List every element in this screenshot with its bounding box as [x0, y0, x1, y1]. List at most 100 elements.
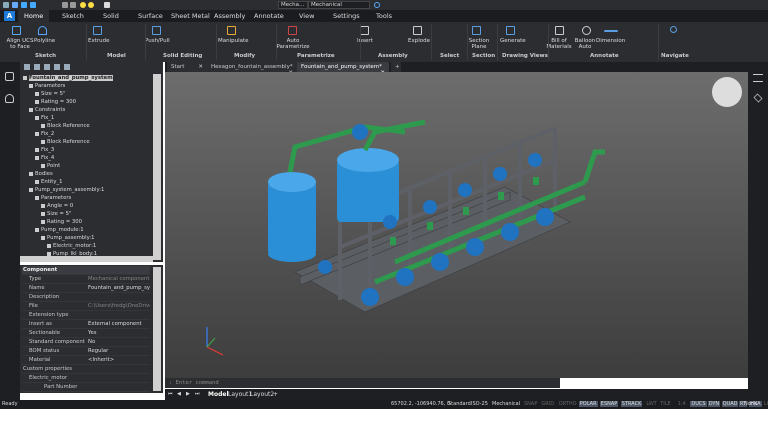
- first-layout-icon[interactable]: ⏮: [168, 391, 173, 397]
- expand-icon[interactable]: [35, 131, 39, 136]
- app-menu-button[interactable]: A: [4, 11, 15, 21]
- property-value[interactable]: C:\Users\fredg\OneDrive -: [88, 303, 150, 309]
- property-row[interactable]: Standard component No: [22, 338, 150, 347]
- tree-node[interactable]: Bodies: [29, 171, 53, 177]
- toggle-lwt[interactable]: LWT: [645, 401, 657, 407]
- expand-icon[interactable]: [23, 75, 27, 80]
- view-cube-compass[interactable]: [712, 77, 742, 107]
- expand-icon[interactable]: [41, 123, 45, 128]
- tree-scrollbar[interactable]: [153, 74, 161, 260]
- toggle-ortho[interactable]: ORTHO: [558, 401, 578, 407]
- tree-node[interactable]: Fix_3: [35, 147, 54, 153]
- property-row[interactable]: Description: [22, 293, 150, 302]
- doc-tab-fountain[interactable]: Fountain_and_pump_system* ✕: [297, 62, 389, 76]
- tree-node[interactable]: Pump_assembly:1: [41, 235, 95, 241]
- tab-layout2[interactable]: Layout2: [250, 391, 274, 398]
- property-value[interactable]: External component: [88, 321, 150, 327]
- toggle-dyn[interactable]: DYN: [707, 401, 721, 407]
- property-value[interactable]: Regular: [88, 348, 150, 354]
- section-plane-button[interactable]: Section Plane: [468, 38, 490, 50]
- expand-icon[interactable]: [29, 83, 33, 88]
- tab-view[interactable]: View: [299, 12, 314, 20]
- tree-node[interactable]: Block Reference: [41, 123, 90, 129]
- expand-icon[interactable]: [47, 243, 51, 248]
- close-icon[interactable]: ✕: [198, 64, 203, 70]
- tab-solid[interactable]: Solid: [103, 12, 119, 20]
- tree-node[interactable]: Point: [41, 163, 60, 169]
- auto-parametrize-button[interactable]: Auto Parametrize: [276, 38, 310, 50]
- tree-node[interactable]: Fix_2: [35, 131, 54, 137]
- tree-node[interactable]: Angle = 0: [41, 203, 73, 209]
- balloon-button[interactable]: Balloon Auto: [574, 38, 596, 50]
- expand-icon[interactable]: [35, 195, 39, 200]
- text-style[interactable]: Standard: [447, 401, 472, 407]
- property-value[interactable]: Mechanical component: [88, 276, 150, 282]
- manipulate-button[interactable]: Manipulate: [218, 38, 249, 44]
- tab-layout1[interactable]: Layout1: [228, 391, 252, 398]
- tree-node[interactable]: Pump_module:1: [35, 227, 84, 233]
- expand-icon[interactable]: [35, 227, 39, 232]
- tree-node[interactable]: Size = 5": [35, 91, 66, 97]
- property-value[interactable]: Yes: [88, 330, 150, 336]
- add-layout-button[interactable]: +: [273, 391, 278, 398]
- property-value[interactable]: No: [88, 339, 150, 345]
- bill-of-materials-button[interactable]: Bill of Materials: [546, 38, 572, 50]
- mechanical-browser-icon[interactable]: [5, 72, 14, 81]
- expand-icon[interactable]: [41, 235, 45, 240]
- expand-icon[interactable]: [41, 139, 45, 144]
- expand-icon[interactable]: [35, 155, 39, 160]
- property-row[interactable]: Material <Inherit>: [22, 356, 150, 365]
- toggle-grid[interactable]: GRID: [540, 401, 555, 407]
- tab-sketch[interactable]: Sketch: [62, 12, 84, 20]
- property-value[interactable]: <Inherit>: [88, 357, 150, 363]
- save-icon[interactable]: [21, 2, 27, 8]
- component-section[interactable]: Component: [23, 267, 57, 273]
- tree-hscrollbar[interactable]: [20, 256, 153, 262]
- expand-icon[interactable]: [41, 203, 45, 208]
- property-row[interactable]: Insert as External component: [22, 320, 150, 329]
- new-icon[interactable]: [3, 2, 9, 8]
- property-row[interactable]: Sectionable Yes: [22, 329, 150, 338]
- expand-icon[interactable]: [29, 187, 33, 192]
- properties-scrollbar[interactable]: [153, 267, 161, 391]
- toggle-strack[interactable]: STRACK: [620, 401, 643, 407]
- workspace-select[interactable]: Mechanical: [308, 1, 370, 9]
- command-line[interactable]: : Enter command: [165, 378, 560, 388]
- extrude-button[interactable]: Extrude: [88, 38, 110, 44]
- toggle-tile[interactable]: TILE: [659, 401, 671, 407]
- toggle-polar[interactable]: POLAR: [578, 401, 598, 407]
- tree-node[interactable]: Rating = 300: [35, 99, 76, 105]
- command-input[interactable]: Enter command: [176, 380, 219, 386]
- tab-assembly[interactable]: Assembly: [214, 12, 245, 20]
- tree-node[interactable]: Pump_system_assembly:1: [29, 187, 104, 193]
- tree-node[interactable]: Fix_4: [35, 155, 54, 161]
- undo-icon[interactable]: [62, 2, 68, 8]
- layers-icon[interactable]: [753, 93, 763, 103]
- property-row[interactable]: Name Fountain_and_pump_system: [22, 284, 150, 293]
- tab-sheet-metal[interactable]: Sheet Metal: [171, 12, 210, 20]
- tree-node[interactable]: Constraints: [29, 107, 65, 113]
- doc-tab-start[interactable]: Start ✕: [167, 62, 207, 72]
- generate-button[interactable]: Generate: [500, 38, 526, 44]
- tree-node[interactable]: Rating = 300: [41, 219, 82, 225]
- electric-motor-group[interactable]: Electric_motor: [29, 375, 67, 381]
- prev-layout-icon[interactable]: ◀: [177, 391, 181, 397]
- bulb-icon[interactable]: [80, 2, 86, 8]
- tree-node[interactable]: Electric_motor:1: [47, 243, 96, 249]
- custom-properties-section[interactable]: Custom properties: [23, 366, 72, 372]
- expand-icon[interactable]: [35, 91, 39, 96]
- toggle-1-4[interactable]: 1:4: [677, 401, 687, 407]
- new-tab-button[interactable]: +: [391, 62, 401, 72]
- property-row[interactable]: BOM status Regular: [22, 347, 150, 356]
- model-viewport[interactable]: [165, 72, 748, 378]
- dimension-button[interactable]: Dimension: [596, 38, 625, 44]
- tab-annotate[interactable]: Annotate: [254, 12, 284, 20]
- explode-button[interactable]: Explode: [408, 38, 430, 44]
- expand-icon[interactable]: [35, 179, 39, 184]
- push-pull-button[interactable]: Push/Pull: [145, 38, 170, 44]
- annotation-scale[interactable]: None: [743, 401, 758, 407]
- tab-home[interactable]: Home: [18, 10, 50, 22]
- expand-icon[interactable]: [41, 163, 45, 168]
- expand-icon[interactable]: [35, 115, 39, 120]
- align-ucs-button[interactable]: Align UCS to Face: [5, 38, 35, 50]
